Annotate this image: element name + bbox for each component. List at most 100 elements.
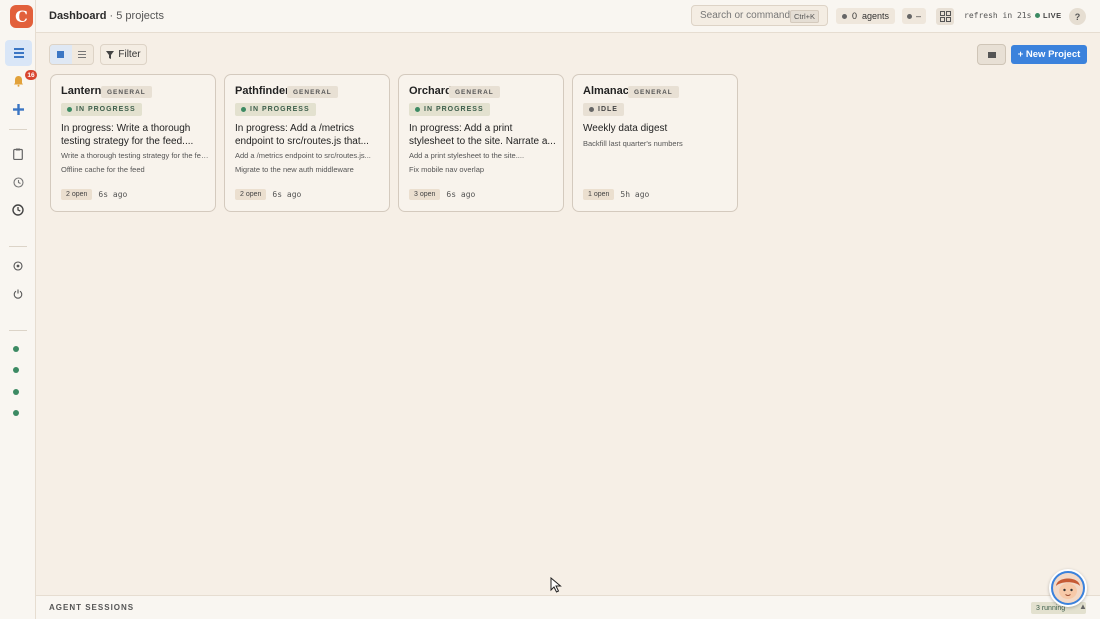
agents-label: agents bbox=[862, 11, 890, 21]
clock-icon bbox=[12, 204, 24, 216]
status-dot-icon bbox=[842, 13, 847, 19]
project-card-lantern[interactable]: Lantern GENERAL IN PROGRESS In progress:… bbox=[50, 74, 216, 212]
card-footer: 1 open 5h ago bbox=[583, 189, 649, 200]
sidebar-divider bbox=[9, 330, 27, 331]
command-search[interactable]: Search or command... Ctrl+K bbox=[691, 5, 828, 26]
sidebar-divider bbox=[9, 246, 27, 247]
sidebar-item-new[interactable] bbox=[5, 96, 31, 122]
shortcut-hint: Ctrl+K bbox=[789, 10, 819, 23]
task-line: Add a /metrics endpoint to src/routes.js… bbox=[235, 151, 371, 160]
top-bar: Dashboard · 5 projects Search or command… bbox=[36, 0, 1100, 33]
status-badge: IN PROGRESS bbox=[409, 103, 490, 116]
compact-view-button[interactable] bbox=[977, 44, 1006, 65]
open-count-badge: 3 open bbox=[409, 189, 441, 200]
filter-label: Filter bbox=[118, 49, 141, 60]
project-description: In progress: Add a /metrics endpoint to … bbox=[235, 123, 369, 147]
grid-icon bbox=[13, 48, 24, 58]
project-description: Weekly data digest bbox=[583, 123, 668, 134]
filter-button[interactable]: Filter bbox=[100, 44, 147, 65]
breadcrumb: Dashboard · 5 projects bbox=[49, 10, 164, 22]
view-toggle bbox=[49, 44, 94, 65]
notification-badge: 16 bbox=[25, 70, 37, 80]
layout-toggle-button[interactable] bbox=[936, 8, 954, 25]
task-line: Backfill last quarter's numbers bbox=[583, 139, 683, 148]
task-line: Offline cache for the feed bbox=[61, 165, 145, 174]
assistant-avatar-button[interactable] bbox=[1049, 569, 1087, 607]
agent-sessions-label: AGENT SESSIONS bbox=[49, 603, 135, 612]
last-activity: 6s ago bbox=[446, 190, 476, 199]
session-status-dot[interactable] bbox=[13, 389, 19, 395]
search-placeholder: Search or command... bbox=[700, 10, 799, 21]
filter-icon bbox=[106, 50, 115, 59]
session-status-dot[interactable] bbox=[13, 410, 19, 416]
agents-count: 0 bbox=[852, 11, 858, 21]
status-indicator[interactable]: – bbox=[902, 8, 926, 24]
status-dot-icon bbox=[415, 107, 420, 112]
task-line: Migrate to the new auth middleware bbox=[235, 165, 354, 174]
power-icon bbox=[13, 289, 23, 299]
layout-grid-icon bbox=[939, 11, 951, 22]
task-line: Write a thorough testing strategy for th… bbox=[61, 151, 209, 160]
status-badge: IN PROGRESS bbox=[61, 103, 142, 116]
status-label: IDLE bbox=[598, 106, 618, 113]
mouse-cursor-icon bbox=[550, 577, 562, 593]
sidebar-item-tasks[interactable] bbox=[5, 141, 31, 167]
live-label: LIVE bbox=[1043, 11, 1062, 20]
project-tag: GENERAL bbox=[628, 86, 679, 98]
status-label: IN PROGRESS bbox=[250, 106, 310, 113]
project-tag: GENERAL bbox=[287, 86, 338, 98]
sidebar-item-focus[interactable] bbox=[5, 253, 31, 279]
status-value: – bbox=[915, 11, 921, 21]
sidebar-item-dashboard[interactable] bbox=[5, 40, 32, 66]
task-line: Fix mobile nav overlap bbox=[409, 165, 485, 174]
grid-view-icon bbox=[57, 51, 65, 58]
sidebar-item-history[interactable] bbox=[5, 169, 31, 195]
project-name: Pathfinder bbox=[235, 85, 290, 97]
status-dot-icon bbox=[67, 107, 72, 112]
compact-icon bbox=[987, 51, 996, 58]
project-description: In progress: Write a thorough testing st… bbox=[61, 123, 194, 147]
list-view-icon bbox=[78, 51, 87, 58]
app-logo[interactable]: C bbox=[10, 5, 33, 28]
status-dot-icon bbox=[589, 107, 594, 112]
live-dot-icon bbox=[1035, 13, 1040, 18]
bell-icon bbox=[13, 76, 23, 87]
project-card-almanac[interactable]: Almanac GENERAL IDLE Weekly data digest … bbox=[572, 74, 738, 212]
target-icon bbox=[13, 261, 23, 271]
sidebar: C 16 bbox=[0, 0, 37, 619]
session-status-dot[interactable] bbox=[13, 346, 19, 352]
new-project-button[interactable]: + New Project bbox=[1011, 45, 1087, 64]
help-button[interactable]: ? bbox=[1069, 8, 1086, 25]
status-badge: IN PROGRESS bbox=[235, 103, 316, 116]
open-count-badge: 2 open bbox=[61, 189, 93, 200]
grid-view-button[interactable] bbox=[50, 45, 72, 64]
agents-indicator[interactable]: 0 agents bbox=[836, 8, 896, 24]
sidebar-divider bbox=[9, 129, 27, 130]
status-badge: IDLE bbox=[583, 103, 624, 116]
project-card-pathfinder[interactable]: Pathfinder GENERAL IN PROGRESS In progre… bbox=[224, 74, 390, 212]
plus-icon bbox=[12, 103, 24, 115]
sidebar-item-power[interactable] bbox=[5, 281, 31, 307]
status-label: IN PROGRESS bbox=[76, 106, 136, 113]
project-name: Orchard bbox=[409, 85, 452, 97]
last-activity: 6s ago bbox=[98, 190, 128, 199]
last-activity: 5h ago bbox=[620, 190, 650, 199]
card-footer: 2 open 6s ago bbox=[235, 189, 301, 200]
mascot-icon bbox=[1053, 573, 1083, 603]
card-footer: 3 open 6s ago bbox=[409, 189, 475, 200]
live-indicator: LIVE bbox=[1035, 11, 1062, 20]
agent-sessions-bar[interactable]: AGENT SESSIONS 3 running ▲ bbox=[36, 595, 1100, 619]
project-count: · 5 projects bbox=[109, 10, 164, 22]
clipboard-icon bbox=[13, 148, 23, 160]
list-view-button[interactable] bbox=[72, 45, 94, 64]
open-count-badge: 1 open bbox=[583, 189, 615, 200]
session-status-dot[interactable] bbox=[13, 367, 19, 373]
project-name: Lantern bbox=[61, 85, 102, 97]
status-dot-icon bbox=[241, 107, 246, 112]
history-icon bbox=[12, 176, 24, 188]
project-card-orchard[interactable]: Orchard GENERAL IN PROGRESS In progress:… bbox=[398, 74, 564, 212]
card-footer: 2 open 6s ago bbox=[61, 189, 127, 200]
sidebar-item-schedule[interactable] bbox=[5, 197, 31, 223]
project-tag: GENERAL bbox=[449, 86, 500, 98]
project-name: Almanac bbox=[583, 85, 629, 97]
